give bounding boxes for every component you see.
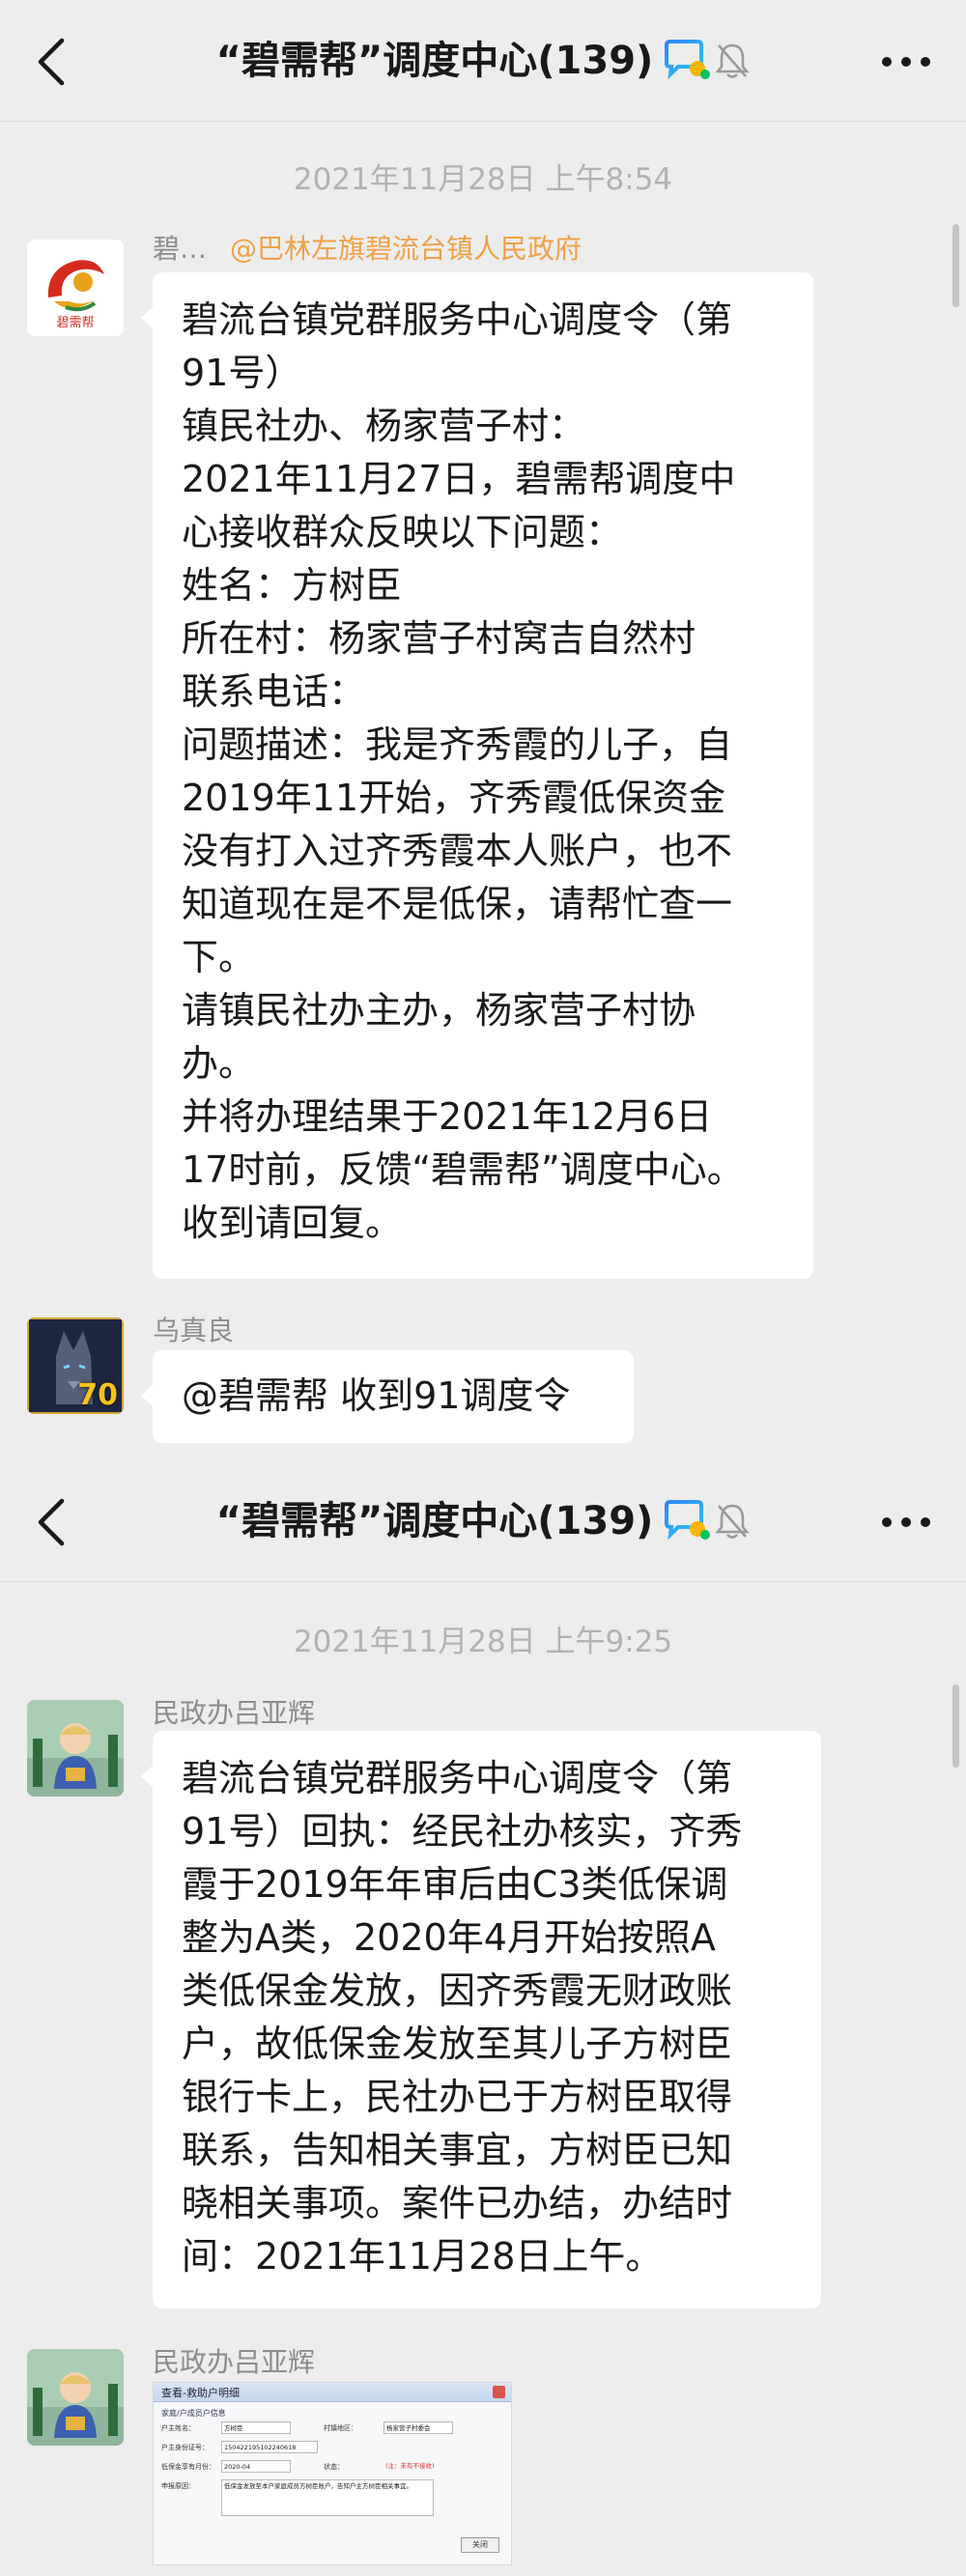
- more-dots-icon[interactable]: [879, 1509, 933, 1536]
- message-line: 2021年11月27日，碧需帮调度中: [182, 458, 736, 500]
- message-line: 联系电话：: [182, 670, 366, 713]
- sender-name: 民政办吕亚辉: [153, 2346, 316, 2378]
- form-label: 申报原因：: [161, 2482, 195, 2490]
- form-value: 方树臣: [221, 2421, 291, 2434]
- chat-title: “碧需帮”调度中心(139): [215, 1499, 654, 1543]
- message-line: 办。: [182, 1042, 256, 1085]
- sender-line: 碧… @巴林左旗碧流台镇人民政府: [153, 228, 582, 267]
- avatar-badge: 70: [77, 1378, 118, 1412]
- sender-name: 碧…: [153, 233, 208, 265]
- chat-title-area: “碧需帮”调度中心(139): [0, 33, 966, 89]
- avatar-wuzhenliang[interactable]: 70: [27, 1317, 124, 1414]
- timestamp-2: 2021年11月28日 上午9:25: [293, 1625, 673, 1659]
- message-line: 2019年11开始，齐秀霞低保资金: [182, 777, 726, 819]
- message-line: 下。: [182, 936, 256, 978]
- message-line: 请镇民社办主办，杨家营子村协: [182, 989, 696, 1032]
- message-line: 心接收群众反映以下问题：: [182, 511, 623, 553]
- form-label: 户主姓名：: [161, 2424, 195, 2432]
- form-value: 杨家营子村委会: [384, 2421, 453, 2434]
- message-line: 间：2021年11月28日上午。: [182, 2235, 663, 2278]
- sender-name: 乌真良: [153, 1315, 235, 1346]
- form-value: 低保金发放至本户家庭成员方树臣账户，告知户主方树臣相关事宜。: [221, 2479, 434, 2516]
- mute-bell-icon: [715, 43, 751, 78]
- message-line: 联系，告知相关事宜，方树臣已知: [182, 2129, 733, 2171]
- message-line: 问题描述：我是齐秀霞的儿子，自: [182, 723, 733, 766]
- message-line: 霞于2019年年审后由C3类低保调: [182, 1863, 728, 1906]
- window-close-icon: [493, 2386, 505, 2398]
- message-line: 碧流台镇党群服务中心调度令（第: [182, 1757, 733, 1799]
- mute-bell-icon: [715, 1504, 751, 1539]
- avatar-logo-text: 碧需帮: [56, 316, 95, 330]
- avatar-bixubang[interactable]: 碧需帮: [27, 240, 124, 336]
- form-row: 低保金享有月份： 2020-04 状态： (注：未有不接收): [161, 2460, 503, 2476]
- message-bubble[interactable]: @碧需帮 收到91调度令: [141, 1350, 634, 1443]
- group-chat-icon: [665, 1500, 711, 1541]
- message-line: 所在村：杨家营子村窝吉自然村: [182, 617, 696, 660]
- form-value: 2020-04: [221, 2460, 291, 2473]
- message-line: 收到请回复。: [182, 1202, 403, 1244]
- message-line: 姓名：方树臣: [182, 564, 403, 607]
- form-row: 户主姓名： 方树臣 村镇地区： 杨家营子村委会: [161, 2421, 503, 2437]
- chat-header: “碧需帮”调度中心(139): [0, 0, 966, 122]
- form-label: 户主身份证号：: [161, 2444, 209, 2451]
- window-title: 查看-救助户明细: [161, 2387, 240, 2399]
- section-label: 家庭/户成员户信息: [161, 2409, 226, 2418]
- message-line: 晓相关事项。案件已办结，办结时: [182, 2182, 733, 2224]
- form-value: (注：未有不接收): [385, 2462, 435, 2470]
- chat-title-area: “碧需帮”调度中心(139): [0, 1493, 966, 1549]
- message-line: 镇民社办、杨家营子村：: [182, 405, 586, 447]
- message-line: 没有打入过齐秀霞本人账户，也不: [182, 830, 733, 872]
- avatar-lvyahui[interactable]: [27, 1700, 124, 1797]
- form-value: 150422195102240618: [221, 2441, 318, 2453]
- message-line: 碧流台镇党群服务中心调度令（第: [182, 298, 733, 341]
- message-line: 整为A类，2020年4月开始按照A: [182, 1916, 716, 1959]
- form-label: 低保金享有月份：: [161, 2463, 215, 2471]
- form-row: 申报原因： 低保金发放至本户家庭成员方树臣账户，告知户主方树臣相关事宜。: [161, 2479, 503, 2518]
- cartoon-avatar-icon: [27, 2349, 124, 2446]
- form-row: 户主身份证号： 150422195102240618: [161, 2441, 503, 2456]
- image-message[interactable]: 查看-救助户明细 家庭/户成员户信息 户主姓名： 方树臣 村镇地区： 杨家营子村委会户…: [153, 2382, 512, 2565]
- timestamp-1: 2021年11月28日 上午8:54: [293, 162, 673, 197]
- chat-header: “碧需帮”调度中心(139): [0, 1460, 966, 1582]
- scrollbar[interactable]: [952, 224, 959, 307]
- form-label: 状态：: [324, 2463, 344, 2471]
- message-line: 并将办理结果于2021年12月6日: [182, 1095, 713, 1138]
- chat-title: “碧需帮”调度中心(139): [215, 39, 654, 83]
- close-button: 关闭: [461, 2537, 499, 2553]
- form-label: 村镇地区：: [324, 2424, 357, 2432]
- mention-tag[interactable]: @巴林左旗碧流台镇人民政府: [230, 233, 582, 265]
- message-bubble[interactable]: 碧流台镇党群服务中心调度令（第 91号）回执：经民社办核实，齐秀 霞于2019年年审…: [141, 1731, 821, 2308]
- cartoon-avatar-icon: [27, 1700, 124, 1797]
- sender-name: 民政办吕亚辉: [153, 1697, 316, 1729]
- avatar-lvyahui[interactable]: [27, 2349, 124, 2446]
- message-line: 银行卡上，民社办已于方树臣取得: [182, 2076, 733, 2118]
- message-bubble[interactable]: 碧流台镇党群服务中心调度令（第 91号） 镇民社办、杨家营子村： 2021年11月27…: [141, 272, 813, 1279]
- more-dots-icon[interactable]: [879, 48, 933, 75]
- message-line: 91号）: [182, 352, 302, 394]
- scrollbar[interactable]: [952, 1684, 959, 1768]
- message-line: 91号）回执：经民社办核实，齐秀: [182, 1810, 743, 1853]
- message-line: 户，故低保金发放至其儿子方树臣: [182, 2023, 733, 2065]
- message-line: 类低保金发放，因齐秀霞无财政账: [182, 1969, 733, 2012]
- window-title-bar: 查看-救助户明细: [154, 2383, 511, 2402]
- group-chat-icon: [665, 40, 711, 80]
- message-line: 知道现在是不是低保，请帮忙查一: [182, 883, 733, 925]
- message-line: 17时前，反馈“碧需帮”调度中心。: [182, 1148, 744, 1191]
- message-text: @碧需帮 收到91调度令: [182, 1374, 571, 1417]
